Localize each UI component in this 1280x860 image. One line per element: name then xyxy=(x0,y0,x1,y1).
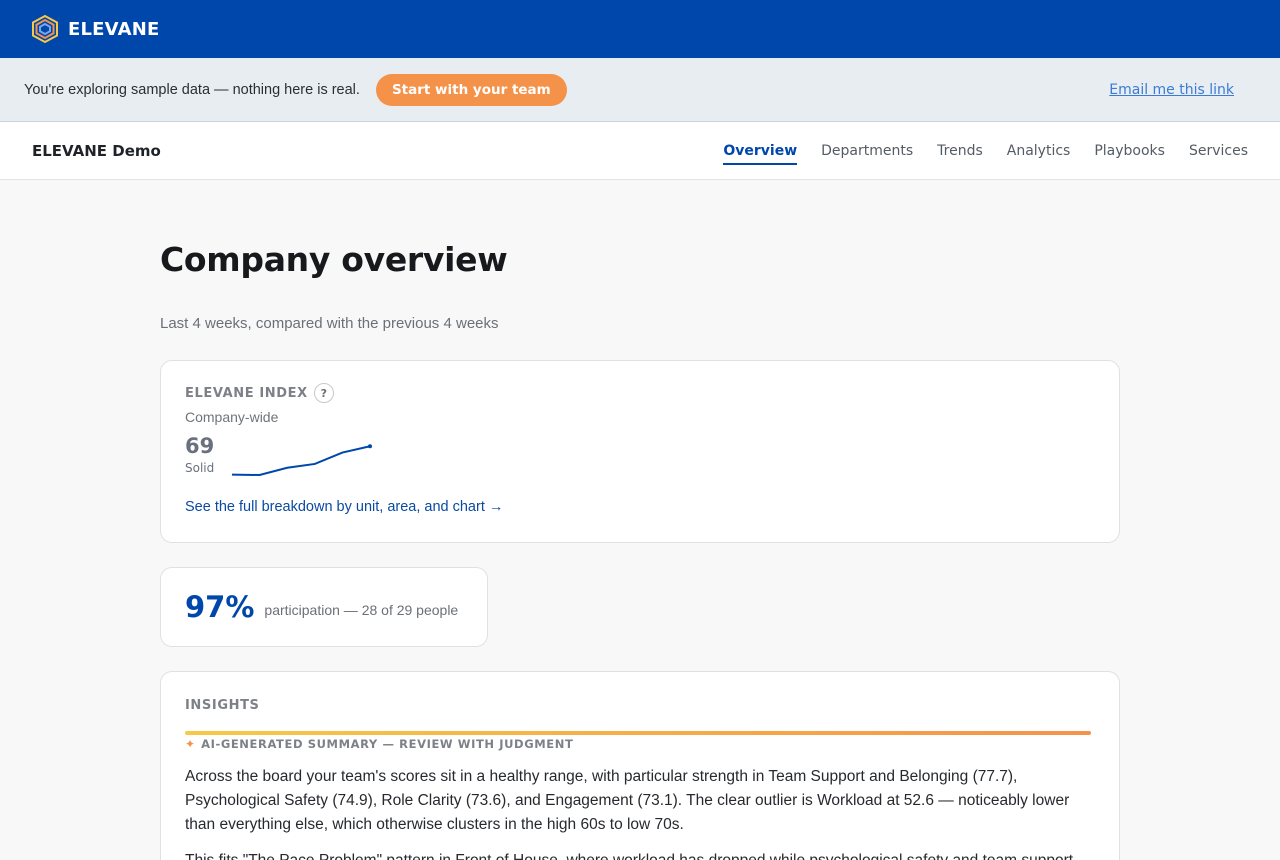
top-bar: ELEVANE xyxy=(0,0,1280,58)
email-link[interactable]: Email me this link xyxy=(1109,82,1234,98)
index-score-label: Solid xyxy=(185,461,215,475)
sample-data-banner: You're exploring sample data — nothing h… xyxy=(0,58,1280,122)
tab-analytics[interactable]: Analytics xyxy=(1007,122,1071,179)
participation-percent: 97% xyxy=(185,590,255,624)
tab-services[interactable]: Services xyxy=(1189,122,1248,179)
insights-label: INSIGHTS xyxy=(185,698,260,713)
full-breakdown-link[interactable]: See the full breakdown by unit, area, an… xyxy=(185,499,503,515)
demo-name: ELEVANE Demo xyxy=(32,141,161,160)
elevane-logo-icon xyxy=(32,15,58,43)
sparkle-icon: ✦ xyxy=(185,737,196,751)
sub-navigation: ELEVANE Demo Overview Departments Trends… xyxy=(0,122,1280,180)
index-sparkline xyxy=(232,444,373,477)
brand-name[interactable]: ELEVANE xyxy=(68,19,159,40)
tab-playbooks[interactable]: Playbooks xyxy=(1094,122,1165,179)
index-scope: Company-wide xyxy=(185,409,279,425)
index-label: ELEVANE INDEX xyxy=(185,385,308,401)
sparkline-line xyxy=(232,445,371,477)
index-score: 69 xyxy=(185,434,215,458)
insights-card: INSIGHTS ✦ AI-GENERATED SUMMARY — REVIEW… xyxy=(160,671,1120,860)
elevane-index-card: ELEVANE INDEX ? Company-wide 69 Solid Se… xyxy=(160,360,1120,543)
banner-text: You're exploring sample data — nothing h… xyxy=(24,81,360,98)
tab-overview[interactable]: Overview xyxy=(723,122,797,179)
sparkline-end-point xyxy=(368,444,373,449)
nav-tabs: Overview Departments Trends Analytics Pl… xyxy=(723,122,1248,179)
help-icon[interactable]: ? xyxy=(313,383,334,403)
gradient-divider xyxy=(185,731,1091,735)
start-with-team-button[interactable]: Start with your team xyxy=(375,73,567,106)
participation-card: 97% participation — 28 of 29 people xyxy=(160,567,488,647)
participation-text: participation — 28 of 29 people xyxy=(264,602,459,618)
tab-trends[interactable]: Trends xyxy=(937,122,983,179)
page-title: Company overview xyxy=(160,240,508,279)
insight-paragraph: This fits "The Pace Problem" pattern in … xyxy=(185,849,1095,860)
ai-summary-label: AI-GENERATED SUMMARY — REVIEW WITH JUDGM… xyxy=(201,737,574,751)
page-subtitle: Last 4 weeks, compared with the previous… xyxy=(160,315,499,332)
tab-departments[interactable]: Departments xyxy=(821,122,913,179)
insight-paragraph: Across the board your team's scores sit … xyxy=(185,768,1070,833)
main-content: Company overview Last 4 weeks, compared … xyxy=(0,240,1280,860)
